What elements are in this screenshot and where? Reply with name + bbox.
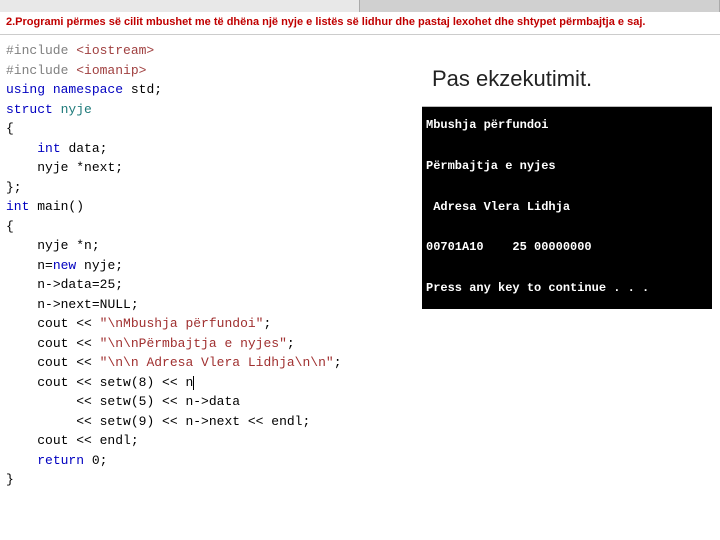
code-text: << setw(	[37, 414, 138, 429]
code-text: nyje;	[76, 258, 123, 273]
console-line: Adresa Vlera Lidhja	[426, 200, 570, 214]
keyword: struct	[6, 102, 53, 117]
tab-2	[360, 0, 720, 12]
code-text: nyje *n;	[37, 238, 99, 253]
exercise-heading: 2.Programi përmes së cilit mbushet me të…	[0, 12, 720, 35]
string-literal: "\n\n Adresa Vlera Lidhja\n\n"	[100, 355, 334, 370]
string-literal: "\nMbushja përfundoi"	[100, 316, 264, 331]
code-text: ) << n->next << endl;	[146, 414, 310, 429]
identifier: data	[68, 141, 99, 156]
preproc: #include	[6, 63, 76, 78]
code-text: ;	[334, 355, 342, 370]
console-line: Përmbajtja e nyjes	[426, 159, 556, 173]
keyword: int	[6, 199, 29, 214]
code-text: ;	[100, 453, 108, 468]
brace: {	[6, 219, 14, 234]
brace: }	[6, 472, 14, 487]
code-text: cout <<	[37, 355, 99, 370]
code-text: ) << n	[146, 375, 193, 390]
code-text: ;	[115, 277, 123, 292]
null-literal: NULL	[100, 297, 131, 312]
code-text: ;	[287, 336, 295, 351]
identifier: *next	[76, 160, 115, 175]
code-text: cout << setw(	[37, 375, 138, 390]
code-text: n=	[37, 258, 53, 273]
console-line: Press any key to continue . . .	[426, 281, 649, 295]
brace: {	[6, 121, 14, 136]
text-cursor	[193, 376, 194, 390]
code-text: cout <<	[37, 336, 99, 351]
type-name: nyje	[61, 102, 92, 117]
code-text: cout << endl;	[37, 433, 138, 448]
identifier: main()	[37, 199, 84, 214]
identifier: std	[131, 82, 154, 97]
number: 25	[100, 277, 116, 292]
keyword: int	[37, 141, 60, 156]
window-tabs	[0, 0, 720, 12]
tab-1	[0, 0, 360, 12]
code-text: n->data=	[37, 277, 99, 292]
string-literal: "\n\nPërmbajtja e nyjes"	[100, 336, 287, 351]
console-output: Mbushja përfundoi Përmbajtja e nyjes Adr…	[422, 107, 712, 309]
code-text: cout <<	[37, 316, 99, 331]
include-file: <iomanip>	[76, 63, 146, 78]
code-text: ) << n->data	[146, 394, 240, 409]
console-line: 00701A10 25 00000000	[426, 240, 592, 254]
code-text: nyje	[37, 160, 76, 175]
code-text: ;	[131, 297, 139, 312]
keyword: using	[6, 82, 45, 97]
code-text: n->next=	[37, 297, 99, 312]
output-title: Pas ekzekutimit.	[422, 56, 712, 107]
code-text: ;	[263, 316, 271, 331]
keyword: namespace	[53, 82, 123, 97]
preproc: #include	[6, 43, 76, 58]
number: 0	[92, 453, 100, 468]
keyword: new	[53, 258, 76, 273]
keyword: return	[37, 453, 84, 468]
brace: };	[6, 180, 22, 195]
code-text: << setw(	[37, 394, 138, 409]
include-file: <iostream>	[76, 43, 154, 58]
console-line: Mbushja përfundoi	[426, 118, 548, 132]
output-panel: Pas ekzekutimit. Mbushja përfundoi Përmb…	[422, 56, 712, 309]
